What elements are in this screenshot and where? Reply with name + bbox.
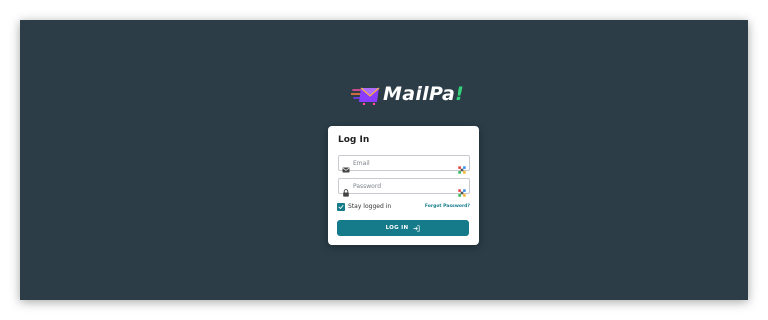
lock-icon — [342, 182, 350, 197]
stay-logged-in-label: Stay logged in — [348, 203, 392, 210]
brand-name: MailPa! — [383, 82, 464, 106]
brand-name-main: MailPa — [383, 83, 456, 105]
login-button-label: LOG IN — [385, 225, 409, 231]
email-field[interactable] — [338, 155, 470, 174]
login-title: Log In — [338, 135, 370, 145]
mail-logo-icon — [350, 83, 381, 106]
login-button[interactable]: LOG IN — [337, 220, 469, 236]
sign-in-icon — [413, 224, 420, 232]
email-input[interactable] — [353, 156, 451, 170]
password-manager-icon[interactable] — [458, 182, 466, 197]
login-card: Log In Email Stay logged in Forgot Passw… — [328, 126, 479, 245]
password-manager-icon[interactable] — [458, 159, 466, 174]
envelope-icon — [342, 159, 350, 173]
login-screen: MailPa! Log In Email Stay logged in Forg… — [20, 20, 748, 300]
checkmark-icon — [338, 204, 344, 209]
stay-logged-in-row[interactable]: Stay logged in — [337, 202, 391, 211]
stay-logged-in-checkbox[interactable] — [337, 202, 345, 211]
password-field[interactable] — [338, 178, 470, 197]
brand-name-accent: ! — [455, 83, 465, 105]
brand-logo: MailPa! — [350, 82, 464, 106]
forgot-password-link[interactable]: Forgot Password? — [425, 204, 470, 209]
password-input[interactable] — [353, 179, 451, 193]
